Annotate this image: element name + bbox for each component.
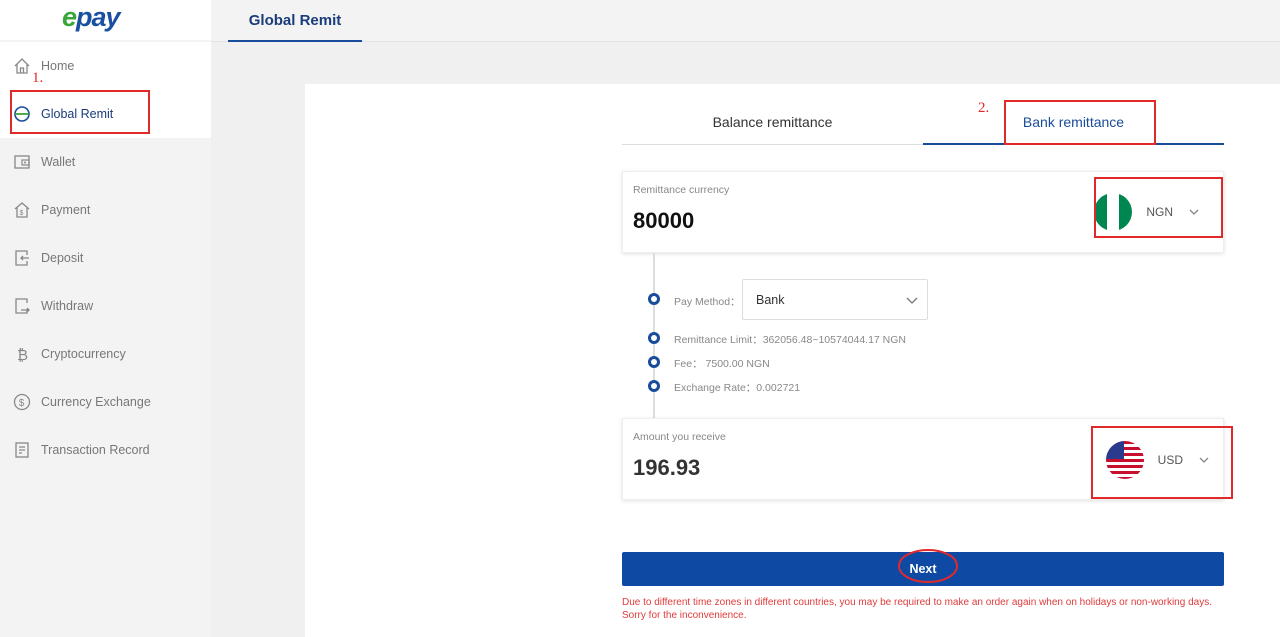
timezone-notice: Due to different time zones in different… [622,597,1212,621]
sidebar-item-transaction-record[interactable]: Transaction Record [0,426,211,474]
sidebar-item-label: Payment [41,203,91,217]
remittance-currency-label: Remittance currency [633,184,730,196]
sidebar-item-withdraw[interactable]: Withdraw [0,282,211,330]
svg-text:$: $ [20,210,24,217]
tab-global-remit[interactable]: Global Remit [228,0,362,42]
sidebar-item-label: Deposit [41,251,84,265]
timeline-dot [648,293,660,305]
remittance-amount-input[interactable]: 80000 [633,208,694,234]
sidebar-item-label: Withdraw [41,299,94,313]
annotation-step-1: 1. [32,70,44,86]
sidebar-item-deposit[interactable]: Deposit [0,234,211,282]
chevron-down-icon [906,297,918,304]
document-icon [12,440,32,460]
amount-receive-label: Amount you receive [633,431,726,443]
annotation-box-bank-remittance [1004,100,1156,145]
sidebar-item-label: Currency Exchange [41,395,151,409]
annotation-step-2: 2. [978,100,990,116]
bitcoin-icon: ₿ [12,344,32,364]
timeline-dot [648,332,660,344]
deposit-icon [12,248,32,268]
annotation-box-receive-currency [1091,426,1233,499]
receive-amount-value: 196.93 [633,455,701,480]
withdraw-icon [12,296,32,316]
annotation-box-send-currency [1094,177,1223,238]
sidebar-item-payment[interactable]: $ Payment [0,186,211,234]
sidebar-item-label: Home [41,59,75,73]
svg-text:$: $ [19,398,25,409]
timeline-dot [648,356,660,368]
home-icon [12,56,32,76]
svg-text:₿: ₿ [17,347,28,363]
pay-method-label: Pay Method： [674,296,741,308]
exchange-rate-text: Exchange Rate：0.002721 [674,382,801,394]
logo-area: epay [0,0,211,40]
dollar-circle-icon: $ [12,392,32,412]
sidebar-item-label: Cryptocurrency [41,347,126,361]
sidebar-item-cryptocurrency[interactable]: ₿ Cryptocurrency [0,330,211,378]
sidebar-item-label: Transaction Record [41,443,150,457]
epay-logo[interactable]: epay [62,2,121,33]
top-bar: Global Remit [211,0,1280,42]
timeline-dot [648,380,660,392]
annotation-ellipse-next [898,549,958,583]
fee-text: Fee： 7500.00 NGN [674,358,770,370]
payment-icon: $ [12,200,32,220]
pay-method-select[interactable]: Bank [742,279,928,320]
sidebar-item-currency-exchange[interactable]: $ Currency Exchange [0,378,211,426]
remittance-limit-text: Remittance Limit：362056.48~10574044.17 N… [674,334,907,346]
wallet-icon [12,152,32,172]
sidebar-item-label: Wallet [41,155,76,169]
pay-method-value: Bank [756,292,785,307]
annotation-box-global-remit [10,90,150,134]
tab-balance-remittance[interactable]: Balance remittance [622,100,923,144]
sidebar-item-wallet[interactable]: Wallet [0,138,211,186]
